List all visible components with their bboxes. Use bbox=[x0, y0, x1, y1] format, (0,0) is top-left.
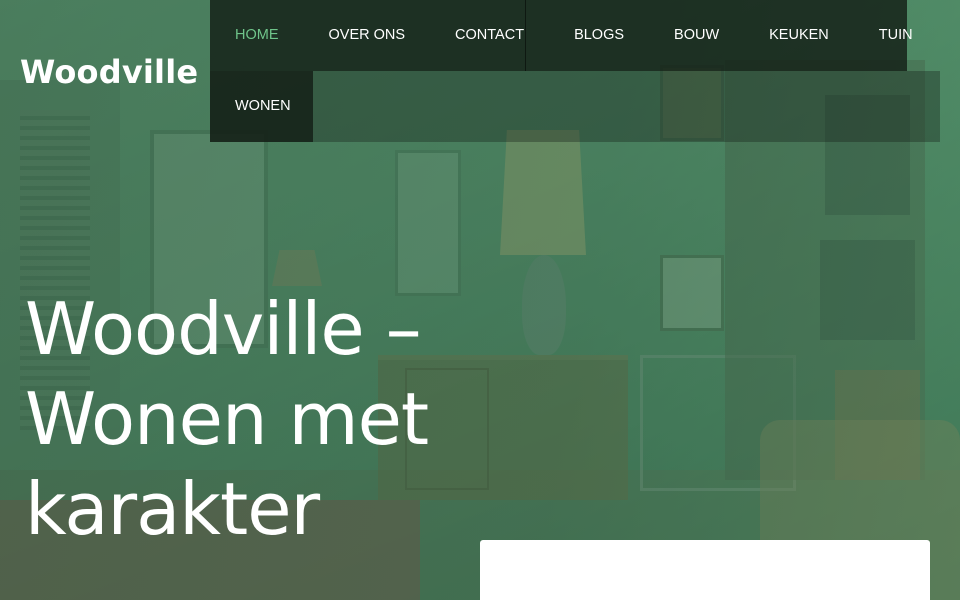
nav-divider bbox=[525, 0, 526, 71]
site-title[interactable]: Woodville bbox=[20, 50, 198, 94]
hero-heading: Woodville – Wonen met karakter bbox=[25, 287, 429, 551]
nav-row: WONEN bbox=[210, 71, 940, 142]
nav-item-home[interactable]: HOME bbox=[210, 0, 304, 71]
content-card bbox=[480, 540, 930, 600]
nav-item-bouw[interactable]: BOUW bbox=[649, 0, 744, 71]
nav-item-tuin[interactable]: TUIN bbox=[854, 0, 938, 71]
nav-item-contact[interactable]: CONTACT bbox=[430, 0, 549, 71]
nav-row: HOME OVER ONS CONTACT BLOGS BOUW KEUKEN … bbox=[210, 0, 913, 71]
main-navigation: HOME OVER ONS CONTACT BLOGS BOUW KEUKEN … bbox=[210, 0, 940, 142]
nav-item-wonen[interactable]: WONEN bbox=[210, 71, 316, 142]
nav-item-keuken[interactable]: KEUKEN bbox=[744, 0, 854, 71]
nav-item-blogs[interactable]: BLOGS bbox=[549, 0, 649, 71]
nav-item-over-ons[interactable]: OVER ONS bbox=[304, 0, 431, 71]
